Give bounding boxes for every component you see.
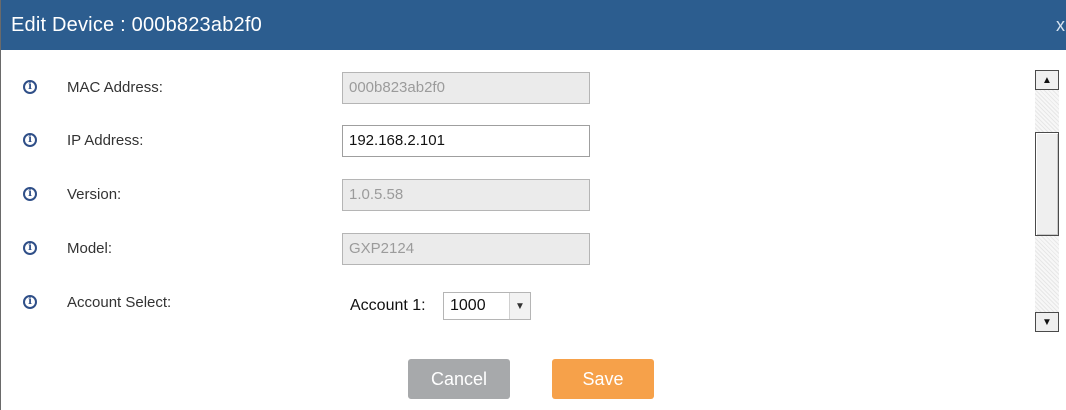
mac-address-field: 000b823ab2f0	[342, 72, 590, 104]
mac-address-row: i MAC Address: 000b823ab2f0	[1, 70, 1021, 110]
account-1-selected-value: 1000	[450, 297, 486, 314]
scroll-down-icon[interactable]: ▼	[1035, 312, 1059, 332]
save-button[interactable]: Save	[552, 359, 654, 399]
close-icon[interactable]: x	[1056, 0, 1065, 50]
chevron-down-icon[interactable]: ▼	[509, 293, 530, 319]
account-select-row: i Account Select: Account 1: 1000 ▼	[1, 285, 1021, 325]
version-label: Version:	[67, 186, 122, 203]
info-icon[interactable]: i	[23, 187, 37, 201]
ip-address-row: i IP Address: 192.168.2.101	[1, 123, 1021, 163]
model-field: GXP2124	[342, 233, 590, 265]
ip-address-field[interactable]: 192.168.2.101	[342, 125, 590, 157]
info-icon[interactable]: i	[23, 80, 37, 94]
dialog-title: Edit Device : 000b823ab2f0	[11, 14, 262, 36]
dialog-titlebar: Edit Device : 000b823ab2f0 x	[1, 0, 1066, 50]
mac-address-label: MAC Address:	[67, 79, 163, 96]
info-icon[interactable]: i	[23, 133, 37, 147]
account-select-label: Account Select:	[67, 294, 172, 311]
scrollbar-thumb[interactable]	[1035, 132, 1059, 236]
version-field: 1.0.5.58	[342, 179, 590, 211]
model-label: Model:	[67, 240, 113, 257]
account-1-select[interactable]: 1000 ▼	[443, 292, 531, 320]
vertical-scrollbar[interactable]: ▲ ▼	[1035, 70, 1059, 332]
ip-address-label: IP Address:	[67, 132, 144, 149]
edit-device-dialog: Edit Device : 000b823ab2f0 x i MAC Addre…	[0, 0, 1066, 410]
cancel-button[interactable]: Cancel	[408, 359, 510, 399]
info-icon[interactable]: i	[23, 295, 37, 309]
account-1-label: Account 1:	[350, 297, 426, 314]
info-icon[interactable]: i	[23, 241, 37, 255]
model-row: i Model: GXP2124	[1, 231, 1021, 271]
scroll-up-icon[interactable]: ▲	[1035, 70, 1059, 90]
version-row: i Version: 1.0.5.58	[1, 177, 1021, 217]
